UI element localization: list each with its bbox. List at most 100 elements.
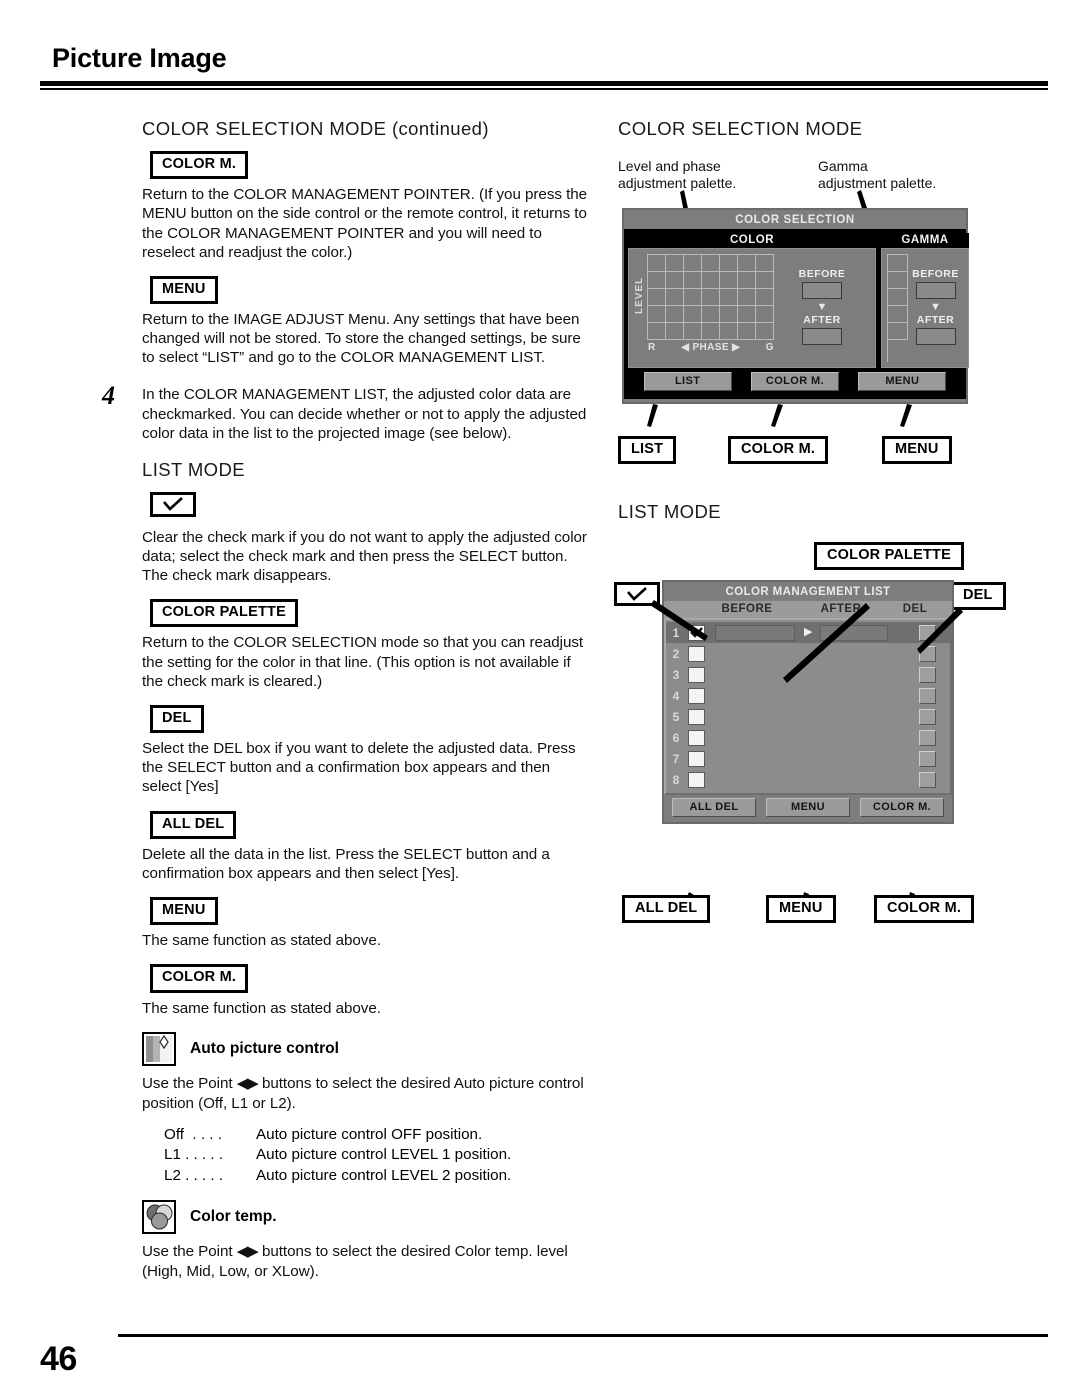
osd-gamma-column: GAMMA BEFORE ▼ AFTER bbox=[881, 233, 969, 368]
osd-gamma-inner: BEFORE ▼ AFTER bbox=[881, 248, 969, 368]
all-del-description: Delete all the data in the list. Press t… bbox=[142, 845, 550, 882]
table-row[interactable]: 3 bbox=[666, 664, 950, 685]
keybox-menu-2: MENU bbox=[150, 897, 218, 926]
grid-cell bbox=[666, 289, 684, 306]
cml-row-checkbox[interactable] bbox=[688, 645, 705, 662]
color-palette-grid[interactable] bbox=[647, 254, 774, 340]
grid-cell bbox=[720, 323, 738, 340]
color-m-description-2: The same function as stated above. bbox=[142, 999, 381, 1017]
gamma-palette-grid[interactable] bbox=[887, 254, 908, 362]
cml-arrow-icon: ▶ bbox=[804, 626, 813, 638]
cml-row-checkbox[interactable] bbox=[688, 708, 705, 725]
option-l1-desc: Auto picture control LEVEL 1 position. bbox=[256, 1146, 512, 1164]
option-off: Off . . . . Auto picture control OFF pos… bbox=[164, 1125, 590, 1145]
apc-text-before: Use the Point bbox=[142, 1074, 233, 1092]
grid-cell bbox=[702, 289, 720, 306]
cml-row-checkbox[interactable] bbox=[688, 729, 705, 746]
cml-header-before: BEFORE bbox=[721, 603, 773, 615]
check-mark-description: Clear the check mark if you do not want … bbox=[142, 528, 587, 585]
footer-rule bbox=[118, 1334, 1048, 1337]
list-mode-diagram-heading: LIST MODE bbox=[618, 501, 721, 522]
osd-button-color-m-2[interactable]: COLOR M. bbox=[860, 798, 944, 817]
grid-cell bbox=[756, 272, 774, 289]
cml-del-checkbox[interactable] bbox=[919, 750, 936, 767]
phase-axis-row: R ◀ PHASE ▶ G bbox=[648, 342, 774, 353]
phase-arrow-left-icon: ◀ bbox=[681, 342, 690, 353]
grid-cell bbox=[720, 255, 738, 272]
grid-cell bbox=[666, 255, 684, 272]
cml-row-index: 4 bbox=[672, 688, 680, 703]
cml-row-checkbox[interactable] bbox=[688, 666, 705, 683]
table-row[interactable]: 4 bbox=[666, 685, 950, 706]
cml-del-checkbox[interactable] bbox=[919, 645, 936, 662]
palette-wrap: LEVEL bbox=[634, 254, 774, 340]
osd-color-header: COLOR bbox=[729, 234, 775, 246]
keybox-color-m: COLOR M. bbox=[150, 151, 249, 180]
grid-cell bbox=[888, 323, 908, 340]
grid-cell bbox=[648, 255, 666, 272]
grid-cell bbox=[684, 323, 702, 340]
gamma-before-swatch bbox=[915, 282, 956, 299]
keybox-color-m-2: COLOR M. bbox=[150, 964, 249, 993]
cml-header-index bbox=[664, 603, 698, 615]
color-palette-description: Return to the COLOR SELECTION mode so th… bbox=[142, 634, 584, 690]
cml-row-index: 5 bbox=[672, 709, 680, 724]
grid-cell bbox=[666, 272, 684, 289]
callout-menu: MENU bbox=[882, 436, 952, 465]
color-management-list-osd: COLOR MANAGEMENT LIST BEFORE AFTER DEL 1… bbox=[662, 580, 954, 824]
grid-cell bbox=[756, 323, 774, 340]
color-after-swatch bbox=[802, 328, 842, 345]
level-phase-palette[interactable]: LEVEL R ◀ PHASE ▶ G bbox=[634, 254, 774, 362]
auto-picture-control-row: Auto picture control bbox=[142, 1031, 590, 1066]
cml-row-index: 1 bbox=[672, 625, 680, 640]
cml-before-swatch bbox=[715, 624, 795, 641]
cml-del-checkbox[interactable] bbox=[919, 771, 936, 788]
cml-del-checkbox[interactable] bbox=[919, 708, 936, 725]
keybox-del: DEL bbox=[150, 704, 204, 734]
option-l2: L2 . . . . . Auto picture control LEVEL … bbox=[164, 1166, 590, 1186]
annotation-gamma: Gamma adjustment palette. bbox=[818, 158, 937, 192]
gamma-before-after-column: BEFORE ▼ AFTER bbox=[908, 254, 963, 362]
keybox-menu: MENU bbox=[150, 275, 218, 304]
cml-del-checkbox[interactable] bbox=[919, 729, 936, 746]
osd-button-menu-2[interactable]: MENU bbox=[766, 798, 850, 817]
annotation-level-phase: Level and phase adjustment palette. bbox=[618, 158, 737, 192]
table-row[interactable]: 1 ▶ bbox=[666, 622, 950, 643]
grid-cell bbox=[738, 289, 756, 306]
grid-cell bbox=[738, 272, 756, 289]
cml-del-checkbox[interactable] bbox=[919, 687, 936, 704]
osd-title-color-selection: COLOR SELECTION bbox=[624, 210, 966, 229]
osd-button-all-del[interactable]: ALL DEL bbox=[672, 798, 756, 817]
callout-color-m-2: COLOR M. bbox=[874, 895, 975, 924]
color-after-label: AFTER bbox=[803, 314, 841, 326]
grid-cell bbox=[720, 306, 738, 323]
table-row[interactable]: 5 bbox=[666, 706, 950, 727]
cml-row-checkbox[interactable] bbox=[688, 750, 705, 767]
cml-column-headers: BEFORE AFTER DEL bbox=[664, 601, 952, 618]
table-row[interactable]: 2 bbox=[666, 643, 950, 664]
color-temp-description: Use the Point ◀▶ buttons to select the d… bbox=[142, 1242, 590, 1281]
osd-title-color-management-list: COLOR MANAGEMENT LIST bbox=[664, 582, 952, 601]
auto-picture-control-description: Use the Point ◀▶ buttons to select the d… bbox=[142, 1074, 590, 1113]
table-row[interactable]: 7 bbox=[666, 748, 950, 769]
grid-cell bbox=[702, 255, 720, 272]
osd-button-color-m[interactable]: COLOR M. bbox=[750, 372, 839, 391]
cml-del-checkbox[interactable] bbox=[919, 666, 936, 683]
page-header: Picture Image bbox=[40, 43, 1048, 90]
cml-row-checkbox[interactable] bbox=[688, 771, 705, 788]
cml-row-index: 3 bbox=[672, 667, 680, 682]
left-column: COLOR SELECTION MODE (continued) COLOR M… bbox=[102, 118, 590, 1295]
level-axis-label: LEVEL bbox=[634, 276, 645, 314]
grid-cell bbox=[738, 323, 756, 340]
osd-button-list[interactable]: LIST bbox=[643, 372, 732, 391]
osd-color-column: COLOR LEVEL R ◀ PHASE ▶ G BEFORE ▼ AFTER bbox=[628, 233, 876, 368]
cml-row-checkbox[interactable] bbox=[688, 687, 705, 704]
cml-row-checkbox[interactable] bbox=[688, 624, 705, 641]
color-before-after-column: BEFORE ▼ AFTER bbox=[774, 254, 870, 362]
gamma-after-label: AFTER bbox=[916, 314, 955, 326]
osd-button-menu[interactable]: MENU bbox=[858, 372, 947, 391]
table-row[interactable]: 6 bbox=[666, 727, 950, 748]
cml-del-checkbox[interactable] bbox=[919, 624, 936, 641]
grid-cell bbox=[648, 323, 666, 340]
table-row[interactable]: 8 bbox=[666, 769, 950, 790]
